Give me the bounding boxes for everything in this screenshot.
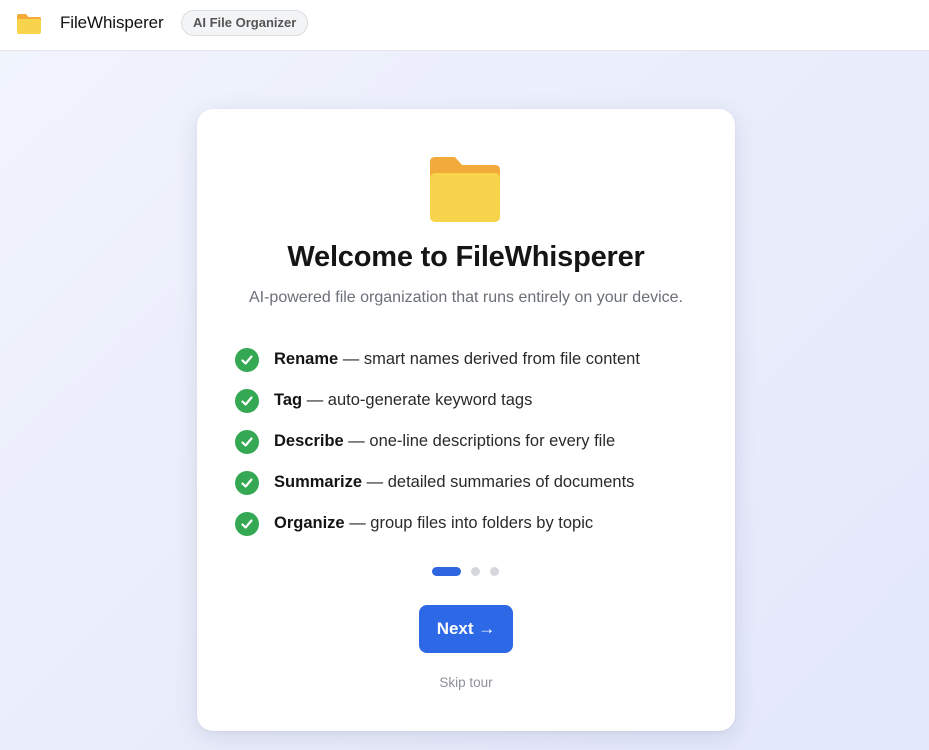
feature-name: Rename (274, 350, 339, 368)
feature-item-tag: Tag — auto-generate keyword tags (235, 380, 640, 421)
folder-icon (430, 157, 500, 222)
step-dot-3[interactable] (490, 567, 499, 576)
folder-icon (17, 14, 41, 34)
onboarding-card: Welcome to FileWhisperer AI-powered file… (197, 109, 735, 731)
page-title: Welcome to FileWhisperer (287, 241, 645, 273)
app-name: FileWhisperer (60, 13, 164, 32)
skip-tour-link[interactable]: Skip tour (197, 675, 735, 690)
feature-description: — detailed summaries of documents (362, 473, 635, 491)
step-dot-1[interactable] (432, 567, 461, 576)
feature-item-organize: Organize — group files into folders by t… (235, 503, 640, 544)
check-icon (235, 429, 259, 454)
check-icon (235, 388, 259, 413)
step-dot-2[interactable] (471, 567, 480, 576)
feature-item-rename: Rename — smart names derived from file c… (235, 339, 640, 380)
top-bar: FileWhisperer AI File Organizer (0, 0, 929, 51)
feature-description: — one-line descriptions for every file (343, 432, 616, 450)
feature-name: Tag (274, 391, 303, 409)
next-button[interactable]: Next → (419, 605, 513, 653)
check-icon (235, 347, 259, 372)
feature-name: Describe (274, 432, 344, 450)
check-icon (235, 470, 259, 495)
feature-name: Summarize (274, 473, 363, 491)
feature-description: — group files into folders by topic (344, 514, 594, 532)
app-badge: AI File Organizer (181, 10, 309, 36)
step-indicator (432, 567, 509, 576)
feature-list: Rename — smart names derived from file c… (235, 339, 640, 544)
feature-item-describe: Describe — one-line descriptions for eve… (235, 421, 640, 462)
feature-description: — auto-generate keyword tags (302, 391, 533, 409)
page-subtitle: AI-powered file organization that runs e… (248, 289, 683, 306)
feature-description: — smart names derived from file content (338, 350, 640, 368)
feature-item-summarize: Summarize — detailed summaries of docume… (235, 462, 640, 503)
check-icon (235, 511, 259, 536)
feature-name: Organize (274, 514, 345, 532)
